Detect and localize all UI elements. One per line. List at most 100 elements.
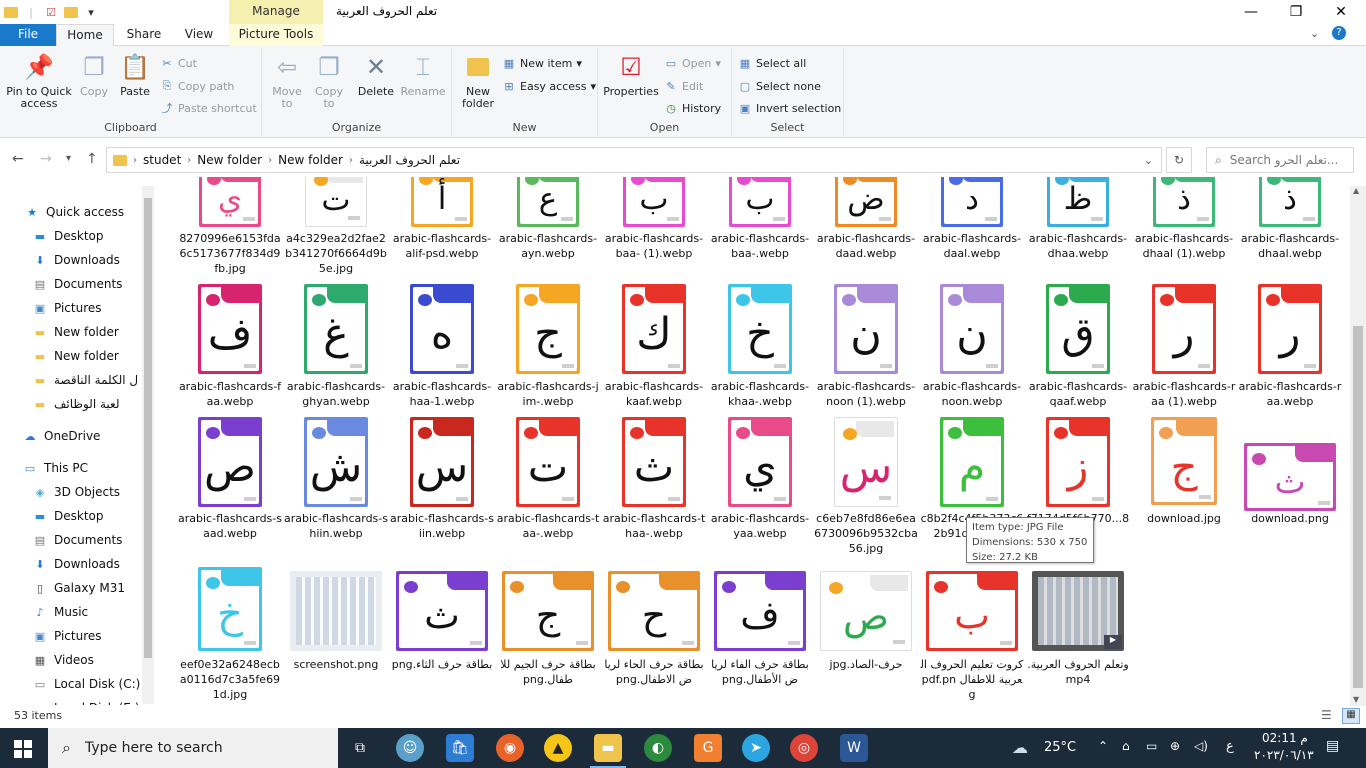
file-item[interactable]: خ eef0e32a6248ecba0116d7c3a5fe691d.jpg	[178, 177, 282, 705]
weather-temp[interactable]: 25°C	[1044, 740, 1076, 755]
breadcrumb-studet[interactable]: studet	[143, 153, 181, 167]
nav-item[interactable]: ▭ Local Disk (C:)	[32, 673, 156, 695]
browser-icon[interactable]: ◐	[644, 734, 672, 762]
refresh-button[interactable]: ↻	[1166, 147, 1192, 173]
chrome-icon[interactable]: ◎	[790, 734, 818, 762]
nav-item[interactable]: ▬ New folder	[32, 321, 156, 343]
cut-button[interactable]: ✂ Cut	[160, 54, 197, 72]
battery-icon[interactable]: ▭	[1146, 739, 1157, 753]
nav-scrollbar[interactable]	[142, 186, 154, 704]
properties-button[interactable]: ☑ Properties	[602, 52, 660, 98]
new-item-button[interactable]: ▦ New item ▾	[502, 54, 582, 72]
back-arrow-icon[interactable]: ←	[12, 151, 24, 167]
invert-selection-button[interactable]: ▣ Invert selection	[738, 99, 841, 117]
nav-item[interactable]: ◈ 3D Objects	[32, 481, 156, 503]
paste-button[interactable]: 📋 Paste	[116, 52, 154, 98]
nav-item[interactable]: ♪ Music	[32, 601, 156, 623]
nav-item[interactable]: ▬ New folder	[32, 345, 156, 367]
breadcrumb-new-folder-2[interactable]: New folder	[278, 153, 343, 167]
tab-home[interactable]: Home	[56, 24, 114, 47]
breadcrumb-current[interactable]: تعلم الحروف العربية	[359, 153, 460, 167]
file-item[interactable]: ب كروت تعليم الحروف العربية للاطفال pdf.p…	[920, 177, 1024, 705]
tab-share[interactable]: Share	[116, 24, 172, 46]
content-scrollbar-thumb[interactable]	[1353, 326, 1363, 688]
pdf-app-icon[interactable]: G	[694, 734, 722, 762]
nav-item[interactable]: ★ Quick access	[24, 201, 156, 223]
file-explorer-icon[interactable]: ▬	[594, 734, 622, 762]
file-item[interactable]: ص حرف-الصاد.jpg	[814, 177, 918, 705]
weather-cloud-icon[interactable]: ☁	[1012, 738, 1028, 757]
tab-picture-tools[interactable]: Picture Tools	[229, 24, 323, 46]
nav-item[interactable]: ▦ Videos	[32, 649, 156, 671]
breadcrumb-new-folder-1[interactable]: New folder	[197, 153, 262, 167]
recent-locations-icon[interactable]: ▾	[66, 153, 71, 164]
properties-check-icon[interactable]: ☑	[44, 5, 58, 19]
notification-icon[interactable]: ▤	[1326, 738, 1339, 754]
select-all-button[interactable]: ▦ Select all	[738, 54, 807, 72]
nav-item[interactable]: ▣ Pictures	[32, 625, 156, 647]
large-icons-view-icon[interactable]: ▦	[1342, 708, 1360, 724]
file-item[interactable]: ج بطاقة حرف الجيم للاطفال.png	[496, 177, 600, 705]
address-bar[interactable]: › studet › New folder › New folder › تعل…	[106, 147, 1162, 173]
maximize-button[interactable]: ❐	[1273, 0, 1319, 24]
select-none-button[interactable]: ▢ Select none	[738, 77, 821, 95]
collapse-ribbon-icon[interactable]: ⌄	[1310, 27, 1319, 40]
chevron-up-icon[interactable]: ⌃	[1098, 739, 1108, 753]
manage-context-tab[interactable]: Manage	[229, 0, 323, 24]
new-folder-icon[interactable]	[64, 6, 78, 18]
nav-scrollbar-thumb[interactable]	[144, 198, 152, 658]
edit-button[interactable]: ✎ Edit	[664, 77, 703, 95]
nav-item[interactable]: ▬Desktop📌	[32, 225, 156, 247]
nav-item[interactable]: ▤Documents📌	[32, 273, 156, 295]
chevron-down-icon[interactable]: ⌄	[1144, 154, 1153, 167]
help-icon[interactable]: ?	[1332, 26, 1346, 40]
vlc-icon[interactable]: ▲	[544, 734, 572, 762]
nav-item[interactable]: ▬ ل الكلمة الناقصة	[32, 369, 156, 391]
file-item[interactable]: ف بطاقة حرف الفاء لرياض الأطفال.png	[708, 177, 812, 705]
start-button[interactable]	[14, 740, 32, 758]
nav-item[interactable]: ▬ Desktop	[32, 505, 156, 527]
usb-icon[interactable]: ⌂	[1122, 739, 1130, 753]
file-item[interactable]: screenshot.png	[284, 177, 388, 705]
copy-path-button[interactable]: ⎘ Copy path	[160, 77, 235, 95]
delete-button[interactable]: ✕ Delete	[356, 52, 396, 98]
nav-item[interactable]: ⬇ Downloads	[32, 553, 156, 575]
up-arrow-icon[interactable]: ↑	[86, 151, 98, 167]
clock-time[interactable]: 02:11 م	[1262, 731, 1308, 745]
nav-item[interactable]: ▯ Galaxy M31	[32, 577, 156, 599]
app-icon[interactable]: ☺	[396, 734, 424, 762]
file-item[interactable]: ▶ وتعلم الحروف العربية.mp4	[1026, 177, 1130, 705]
tab-view[interactable]: View	[172, 24, 226, 46]
nav-item[interactable]: ☁ OneDrive	[22, 425, 156, 447]
firefox-icon[interactable]: ◉	[496, 734, 524, 762]
store-icon[interactable]: 🛍	[446, 734, 474, 762]
easy-access-button[interactable]: ⊞ Easy access ▾	[502, 77, 596, 95]
history-button[interactable]: ◷ History	[664, 99, 721, 117]
input-language[interactable]: ع	[1226, 739, 1234, 754]
file-item[interactable]: ث بطاقة حرف الثاء.png	[390, 177, 494, 705]
copy-button[interactable]: ❐ Copy	[76, 52, 112, 98]
new-folder-button[interactable]: New folder	[458, 52, 498, 110]
clock-date[interactable]: ٢٠٢٣/٠٦/١٣	[1254, 748, 1314, 762]
task-view-icon[interactable]: ⧉	[346, 734, 374, 762]
copy-to-button[interactable]: ❐ Copy to	[310, 52, 348, 110]
customize-toolbar-icon[interactable]: ▾	[84, 5, 98, 19]
nav-item[interactable]: ⬇Downloads📌	[32, 249, 156, 271]
nav-item[interactable]: ▭ This PC	[22, 457, 156, 479]
forward-arrow-icon[interactable]: →	[40, 151, 52, 167]
word-icon[interactable]: W	[840, 734, 868, 762]
move-to-button[interactable]: ⇦ Move to	[268, 52, 306, 110]
content-scrollbar[interactable]: ▲ ▼	[1350, 186, 1366, 706]
close-button[interactable]: ✕	[1318, 0, 1364, 24]
minimize-button[interactable]: —	[1228, 0, 1274, 24]
nav-item[interactable]: ▭ Local Disk (E:)	[32, 697, 156, 705]
file-item[interactable]: ح بطاقة حرف الحاء لرياض الاطفال.png	[602, 177, 706, 705]
network-icon[interactable]: ⊕	[1170, 739, 1180, 753]
rename-button[interactable]: ⌶ Rename	[400, 52, 446, 98]
scroll-up-icon[interactable]: ▲	[1353, 186, 1359, 195]
taskbar-search[interactable]: ⌕ Type here to search	[48, 728, 338, 768]
nav-item[interactable]: ▬ لعبة الوظائف	[32, 393, 156, 415]
pin-quick-access-button[interactable]: 📌 Pin to Quick access	[4, 52, 74, 110]
nav-item[interactable]: ▤ Documents	[32, 529, 156, 551]
scroll-down-icon[interactable]: ▼	[1353, 695, 1359, 704]
